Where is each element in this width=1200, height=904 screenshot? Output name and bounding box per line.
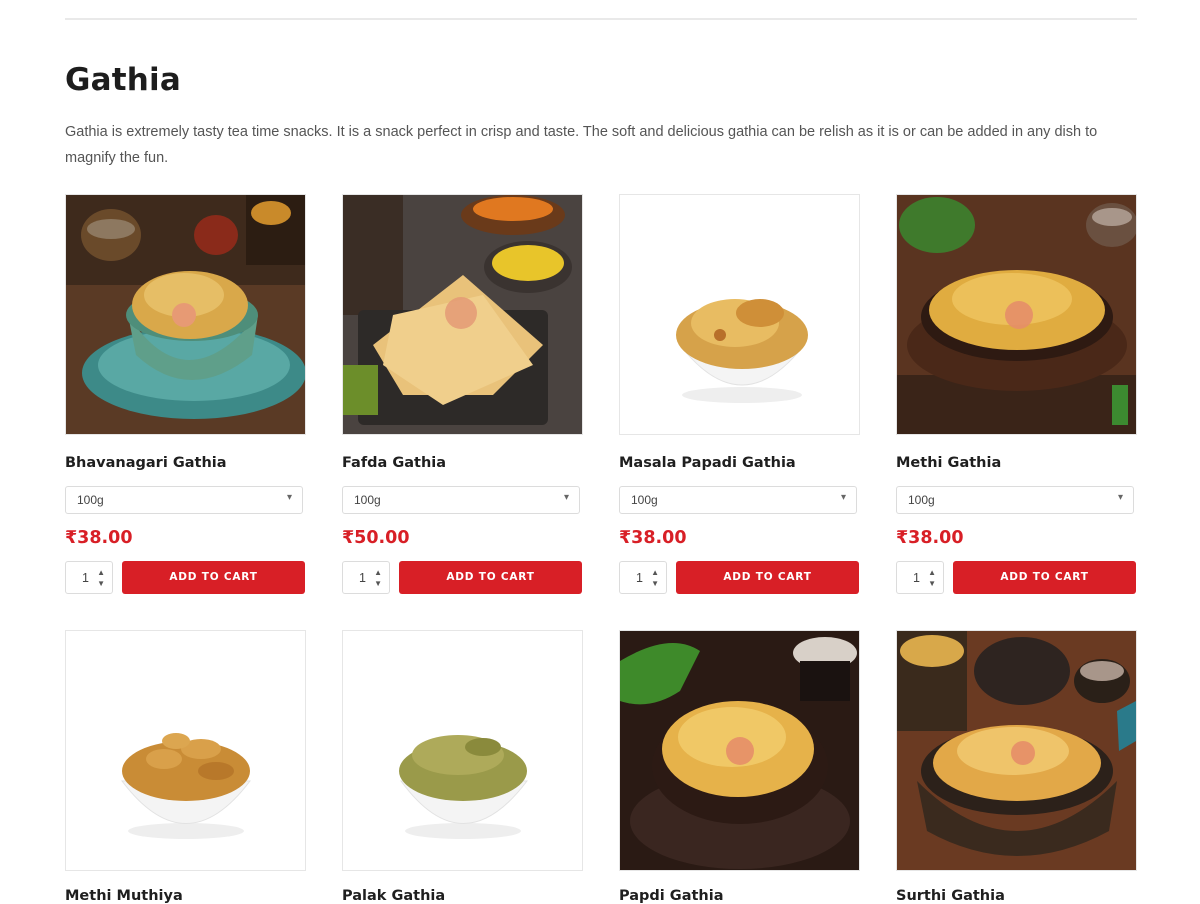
product-name[interactable]: Surthi Gathia [896, 888, 1137, 904]
weight-select[interactable]: 100g ▾ [619, 486, 857, 514]
product-card: Palak Gathia [342, 630, 583, 904]
weight-value: 100g [908, 493, 935, 507]
product-name[interactable]: Masala Papadi Gathia [619, 455, 860, 471]
product-image[interactable] [65, 194, 306, 435]
add-to-cart-button[interactable]: ADD TO CART [122, 561, 305, 594]
product-price: ₹50.00 [342, 528, 410, 548]
chevron-down-icon: ▾ [1117, 492, 1123, 503]
product-name[interactable]: Papdi Gathia [619, 888, 860, 904]
add-to-cart-button[interactable]: ADD TO CART [953, 561, 1136, 594]
add-to-cart-label: ADD TO CART [1000, 571, 1089, 583]
weight-select[interactable]: 100g ▾ [65, 486, 303, 514]
stepper-arrows-icon[interactable]: ▲ ▼ [651, 567, 659, 589]
category-description: Gathia is extremely tasty tea time snack… [65, 124, 1098, 166]
add-to-cart-label: ADD TO CART [723, 571, 812, 583]
quantity-stepper[interactable]: 1 ▲ ▼ [619, 561, 667, 594]
product-card: Papdi Gathia [619, 630, 860, 904]
product-name[interactable]: Methi Gathia [896, 455, 1137, 471]
product-image[interactable] [619, 194, 860, 435]
weight-value: 100g [631, 493, 658, 507]
product-name[interactable]: Palak Gathia [342, 888, 583, 904]
add-to-cart-button[interactable]: ADD TO CART [399, 561, 582, 594]
add-to-cart-button[interactable]: ADD TO CART [676, 561, 859, 594]
quantity-value: 1 [82, 571, 89, 585]
weight-select[interactable]: 100g ▾ [896, 486, 1134, 514]
chevron-down-icon: ▾ [286, 492, 292, 503]
quantity-stepper[interactable]: 1 ▲ ▼ [65, 561, 113, 594]
product-card: Methi Gathia 100g ▾ ₹38.00 1 ▲ ▼ ADD TO C… [896, 194, 1137, 594]
product-image[interactable] [619, 630, 860, 871]
product-name[interactable]: Methi Muthiya [65, 888, 306, 904]
product-card: Surthi Gathia [896, 630, 1137, 904]
quantity-stepper[interactable]: 1 ▲ ▼ [896, 561, 944, 594]
stepper-arrows-icon[interactable]: ▲ ▼ [97, 567, 105, 589]
add-to-cart-label: ADD TO CART [446, 571, 535, 583]
chevron-down-icon: ▾ [840, 492, 846, 503]
product-card: Fafda Gathia 100g ▾ ₹50.00 1 ▲ ▼ ADD TO C… [342, 194, 583, 594]
product-image[interactable] [896, 194, 1137, 435]
quantity-value: 1 [636, 571, 643, 585]
product-image[interactable] [896, 630, 1137, 871]
stepper-arrows-icon[interactable]: ▲ ▼ [374, 567, 382, 589]
product-image[interactable] [65, 630, 306, 871]
weight-value: 100g [77, 493, 104, 507]
product-price: ₹38.00 [896, 528, 964, 548]
product-price: ₹38.00 [619, 528, 687, 548]
product-card: Masala Papadi Gathia 100g ▾ ₹38.00 1 ▲ ▼ … [619, 194, 860, 594]
product-name[interactable]: Bhavanagari Gathia [65, 455, 306, 471]
product-name[interactable]: Fafda Gathia [342, 455, 583, 471]
product-card: Methi Muthiya [65, 630, 306, 904]
add-to-cart-label: ADD TO CART [169, 571, 258, 583]
top-divider [65, 18, 1137, 20]
quantity-value: 1 [913, 571, 920, 585]
weight-select[interactable]: 100g ▾ [342, 486, 580, 514]
product-image[interactable] [342, 194, 583, 435]
weight-value: 100g [354, 493, 381, 507]
page-title: Gathia [65, 62, 181, 98]
quantity-stepper[interactable]: 1 ▲ ▼ [342, 561, 390, 594]
product-card: Bhavanagari Gathia 100g ▾ ₹38.00 1 ▲ ▼ AD… [65, 194, 306, 594]
product-price: ₹38.00 [65, 528, 133, 548]
chevron-down-icon: ▾ [563, 492, 569, 503]
product-image[interactable] [342, 630, 583, 871]
quantity-value: 1 [359, 571, 366, 585]
stepper-arrows-icon[interactable]: ▲ ▼ [928, 567, 936, 589]
